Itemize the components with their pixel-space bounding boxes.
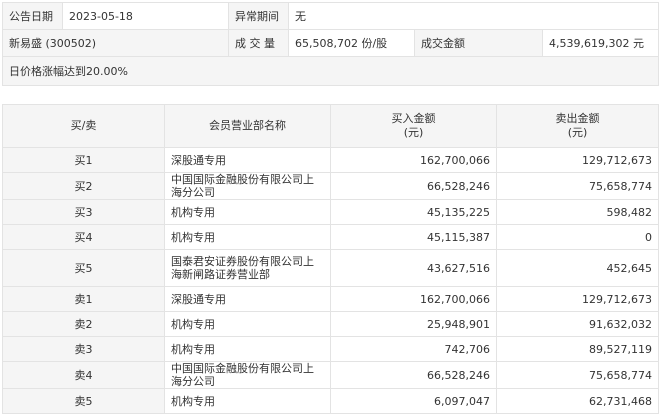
row-sell-amount: 129,712,673	[496, 147, 659, 173]
row-side: 卖1	[2, 286, 165, 312]
header-buy-amount-unit: (元)	[403, 126, 424, 139]
stock-info-table: 公告日期 2023-05-18 异常期间 无 新易盛 (300502) 成 交 …	[2, 2, 659, 86]
row-broker-name: 中国国际金融股份有限公司上海分公司	[164, 361, 331, 389]
table-row: 卖3 机构专用 742,706 89,527,119	[2, 336, 659, 362]
row-broker-name: 机构专用	[164, 224, 331, 250]
row-broker-name: 机构专用	[164, 311, 331, 337]
abnormal-reason: 日价格涨幅达到20.00%	[2, 56, 659, 86]
turnover-label: 成交金额	[414, 29, 543, 57]
row-sell-amount: 89,527,119	[496, 336, 659, 362]
table-row: 买3 机构专用 45,135,225 598,482	[2, 199, 659, 225]
volume-value: 65,508,702 份/股	[288, 29, 415, 57]
header-buy-amount-title: 买入金额	[391, 112, 436, 125]
header-buy-amount: 买入金额 (元)	[330, 104, 497, 148]
row-buy-amount: 25,948,901	[330, 311, 497, 337]
row-sell-amount: 62,731,468	[496, 388, 659, 414]
row-broker-name: 机构专用	[164, 199, 331, 225]
broker-trades-table: 买/卖 会员营业部名称 买入金额 (元) 卖出金额 (元) 买1 深股通专用 1…	[2, 104, 659, 414]
table-row: 卖2 机构专用 25,948,901 91,632,032	[2, 311, 659, 337]
table-row: 买4 机构专用 45,115,387 0	[2, 224, 659, 250]
row-side: 卖4	[2, 361, 165, 389]
table-row: 卖1 深股通专用 162,700,066 129,712,673	[2, 286, 659, 312]
row-sell-amount: 129,712,673	[496, 286, 659, 312]
row-sell-amount: 0	[496, 224, 659, 250]
announce-date-value: 2023-05-18	[62, 2, 229, 30]
announce-date-label: 公告日期	[2, 2, 63, 30]
row-buy-amount: 43,627,516	[330, 249, 497, 287]
row-broker-name: 机构专用	[164, 336, 331, 362]
table-row: 卖5 机构专用 6,097,047 62,731,468	[2, 388, 659, 414]
row-sell-amount: 452,645	[496, 249, 659, 287]
row-side: 卖2	[2, 311, 165, 337]
turnover-value: 4,539,619,302 元	[542, 29, 659, 57]
abnormal-period-label: 异常期间	[228, 2, 289, 30]
table-row: 卖4 中国国际金融股份有限公司上海分公司 66,528,246 75,658,7…	[2, 361, 659, 389]
row-buy-amount: 66,528,246	[330, 361, 497, 389]
table-row: 买1 深股通专用 162,700,066 129,712,673	[2, 147, 659, 173]
row-side: 买1	[2, 147, 165, 173]
table-row: 买5 国泰君安证券股份有限公司上海新闸路证券营业部 43,627,516 452…	[2, 249, 659, 287]
row-broker-name: 深股通专用	[164, 147, 331, 173]
row-side: 卖3	[2, 336, 165, 362]
row-broker-name: 国泰君安证券股份有限公司上海新闸路证券营业部	[164, 249, 331, 287]
row-side: 买2	[2, 172, 165, 200]
row-sell-amount: 75,658,774	[496, 172, 659, 200]
row-buy-amount: 45,135,225	[330, 199, 497, 225]
row-broker-name: 机构专用	[164, 388, 331, 414]
header-sell-amount-title: 卖出金额	[555, 112, 600, 125]
row-broker-name: 深股通专用	[164, 286, 331, 312]
header-broker-name: 会员营业部名称	[164, 104, 331, 148]
abnormal-period-value: 无	[288, 2, 659, 30]
stock-name: 新易盛 (300502)	[2, 29, 229, 57]
table-row: 买2 中国国际金融股份有限公司上海分公司 66,528,246 75,658,7…	[2, 172, 659, 200]
row-sell-amount: 91,632,032	[496, 311, 659, 337]
volume-label: 成 交 量	[228, 29, 289, 57]
row-side: 买5	[2, 249, 165, 287]
row-buy-amount: 45,115,387	[330, 224, 497, 250]
header-side: 买/卖	[2, 104, 165, 148]
row-side: 卖5	[2, 388, 165, 414]
row-buy-amount: 66,528,246	[330, 172, 497, 200]
row-sell-amount: 75,658,774	[496, 361, 659, 389]
row-sell-amount: 598,482	[496, 199, 659, 225]
row-side: 买4	[2, 224, 165, 250]
header-sell-amount-unit: (元)	[567, 126, 588, 139]
row-buy-amount: 162,700,066	[330, 147, 497, 173]
row-buy-amount: 6,097,047	[330, 388, 497, 414]
header-sell-amount: 卖出金额 (元)	[496, 104, 659, 148]
row-side: 买3	[2, 199, 165, 225]
row-buy-amount: 162,700,066	[330, 286, 497, 312]
row-broker-name: 中国国际金融股份有限公司上海分公司	[164, 172, 331, 200]
table-header-row: 买/卖 会员营业部名称 买入金额 (元) 卖出金额 (元)	[2, 104, 659, 148]
row-buy-amount: 742,706	[330, 336, 497, 362]
